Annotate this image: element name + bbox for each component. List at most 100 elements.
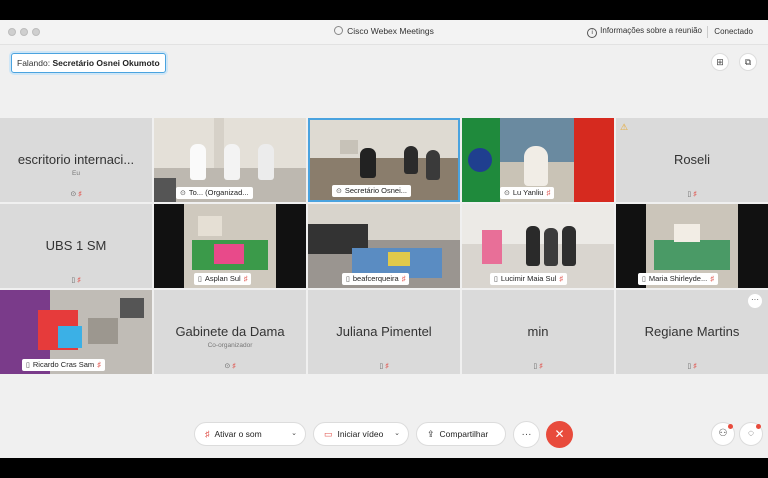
warning-icon: ⚠ xyxy=(620,122,629,132)
participant-tile[interactable]: ▯ beafcerqueira ♯ xyxy=(308,204,460,288)
phone-icon: ▯ xyxy=(533,363,538,370)
muted-mic-icon: ♯ xyxy=(77,277,81,284)
video-person xyxy=(544,228,558,266)
muted-mic-icon: ♯ xyxy=(205,429,210,439)
participant-status-icons: ⊙ ♯ xyxy=(0,190,152,198)
video-shelf xyxy=(482,230,502,264)
participant-name: Juliana Pimentel xyxy=(336,324,432,339)
popout-icon: ⧉ xyxy=(744,57,752,67)
chevron-down-icon[interactable]: ⌄ xyxy=(394,423,400,445)
layout-grid-button[interactable]: ⊞ xyxy=(711,53,729,71)
participant-tile[interactable]: ▯ Lucimir Maia Sul ♯ xyxy=(462,204,614,288)
window-title: Cisco Webex Meetings xyxy=(347,26,434,36)
monitor-icon: ⊙ xyxy=(504,190,510,197)
webex-window: Cisco Webex Meetings i Informações sobre … xyxy=(0,20,768,458)
participant-name: Maria Shirleyde... xyxy=(648,274,708,283)
video-toy xyxy=(214,244,244,264)
connection-status: Conectado xyxy=(714,27,753,36)
muted-mic-icon: ♯ xyxy=(559,274,564,283)
video-person xyxy=(360,148,376,178)
participant-tile[interactable]: ⊙ To... (Organizad... xyxy=(154,118,306,202)
phone-icon: ▯ xyxy=(687,191,692,198)
chat-panel-button[interactable]: ◌ xyxy=(739,422,763,446)
video-person xyxy=(224,144,240,180)
leave-meeting-button[interactable]: ✕ xyxy=(546,421,573,448)
participants-panel-button[interactable]: ⚇ xyxy=(711,422,735,446)
video-off-icon: ▭ xyxy=(324,429,333,439)
start-video-button[interactable]: ▭ Iniciar vídeo ⌄ xyxy=(313,422,409,446)
video-person xyxy=(562,226,576,266)
participant-status-icons: ▯ ♯ xyxy=(462,362,614,370)
participant-tile[interactable]: ⚠ Roseli ▯ ♯ xyxy=(616,118,768,202)
video-table xyxy=(674,224,700,242)
participant-grid: escritorio internaci... Eu ⊙ ♯ ⊙ To... (O… xyxy=(0,118,768,378)
participant-tile[interactable]: ▯ Maria Shirleyde... ♯ xyxy=(616,204,768,288)
participant-subtitle: Eu xyxy=(72,170,80,177)
participant-tile-active[interactable]: ⊙ Secretário Osnei... xyxy=(308,118,460,202)
participant-status-icons: ▯ ♯ xyxy=(616,362,768,370)
muted-mic-icon: ♯ xyxy=(232,363,236,370)
participant-subtitle: Co-organizador xyxy=(207,342,253,349)
info-icon: i xyxy=(587,28,598,38)
webex-logo-icon xyxy=(334,26,344,35)
phone-icon: ▯ xyxy=(198,276,202,283)
participant-tile[interactable]: Juliana Pimentel ▯ ♯ xyxy=(308,290,460,374)
participant-name: UBS 1 SM xyxy=(45,238,107,253)
more-options-button[interactable]: ··· xyxy=(513,421,540,448)
muted-mic-icon: ♯ xyxy=(385,363,389,370)
participant-label: ▯ Asplan Sul ♯ xyxy=(194,273,252,285)
muted-mic-icon: ♯ xyxy=(693,363,697,370)
muted-mic-icon: ♯ xyxy=(693,191,697,198)
chat-icon: ◌ xyxy=(748,428,754,439)
meeting-info-button[interactable]: i Informações sobre a reunião xyxy=(587,26,702,38)
video-flag-globe xyxy=(468,148,492,172)
phone-icon: ▯ xyxy=(494,276,498,283)
unmute-button[interactable]: ♯ Ativar o som ⌄ xyxy=(194,422,306,446)
chevron-down-icon[interactable]: ⌄ xyxy=(291,423,297,445)
title-bar: Cisco Webex Meetings i Informações sobre … xyxy=(0,20,768,45)
muted-mic-icon: ♯ xyxy=(78,191,82,198)
pop-out-button[interactable]: ⧉ xyxy=(739,53,757,71)
video-chair xyxy=(154,178,176,202)
start-video-label: Iniciar vídeo xyxy=(337,429,384,439)
meeting-controls-bar: ♯ Ativar o som ⌄ ▭ Iniciar vídeo ⌄ ⇪ Compar… xyxy=(0,416,768,458)
participant-tile[interactable]: ··· Regiane Martins ▯ ♯ xyxy=(616,290,768,374)
monitor-icon: ⊙ xyxy=(70,191,77,198)
video-person xyxy=(526,226,540,266)
tile-more-button[interactable]: ··· xyxy=(748,294,762,308)
speaker-name: Secretário Osnei Okumoto xyxy=(52,58,160,68)
participant-label: ⊙ Secretário Osnei... xyxy=(332,185,411,197)
participant-label: ▯ Maria Shirleyde... ♯ xyxy=(638,273,718,285)
participant-status-icons: ▯ ♯ xyxy=(308,362,460,370)
muted-mic-icon: ♯ xyxy=(539,363,543,370)
participant-name: Regiane Martins xyxy=(644,324,740,339)
participant-tile[interactable]: ▯ Asplan Sul ♯ xyxy=(154,204,306,288)
participant-tile[interactable]: UBS 1 SM ▯ ♯ xyxy=(0,204,152,288)
grid-icon: ⊞ xyxy=(716,57,724,67)
muted-mic-icon: ♯ xyxy=(97,360,101,369)
participant-tile[interactable]: ▯ Ricardo Cras Sam ♯ xyxy=(0,290,152,374)
participant-tile[interactable]: escritorio internaci... Eu ⊙ ♯ xyxy=(0,118,152,202)
phone-icon: ▯ xyxy=(687,363,692,370)
participant-name: Asplan Sul xyxy=(204,274,241,283)
participant-name: beafcerqueira xyxy=(352,274,399,283)
share-icon: ⇪ xyxy=(427,429,435,439)
unmute-label: Ativar o som xyxy=(214,429,262,439)
participant-status-icons: ▯ ♯ xyxy=(616,190,768,198)
share-button[interactable]: ⇪ Compartilhar xyxy=(416,422,506,446)
title-divider xyxy=(707,26,708,38)
muted-mic-icon: ♯ xyxy=(546,188,551,197)
phone-icon: ▯ xyxy=(642,276,646,283)
video-person xyxy=(524,146,548,186)
monitor-icon: ⊙ xyxy=(180,190,186,197)
participant-tile[interactable]: ⊙ Lu Yanliu ♯ xyxy=(462,118,614,202)
participant-tile[interactable]: Gabinete da Dama Co-organizador ⊙ ♯ xyxy=(154,290,306,374)
phone-icon: ▯ xyxy=(379,363,384,370)
speaker-prefix: Falando: xyxy=(17,58,51,68)
participant-tile[interactable]: min ▯ ♯ xyxy=(462,290,614,374)
video-play-mat xyxy=(654,240,730,270)
participant-label: ▯ beafcerqueira ♯ xyxy=(342,273,410,285)
video-play-mat xyxy=(58,326,82,348)
participants-icon: ⚇ xyxy=(718,428,728,439)
video-window xyxy=(340,140,358,154)
